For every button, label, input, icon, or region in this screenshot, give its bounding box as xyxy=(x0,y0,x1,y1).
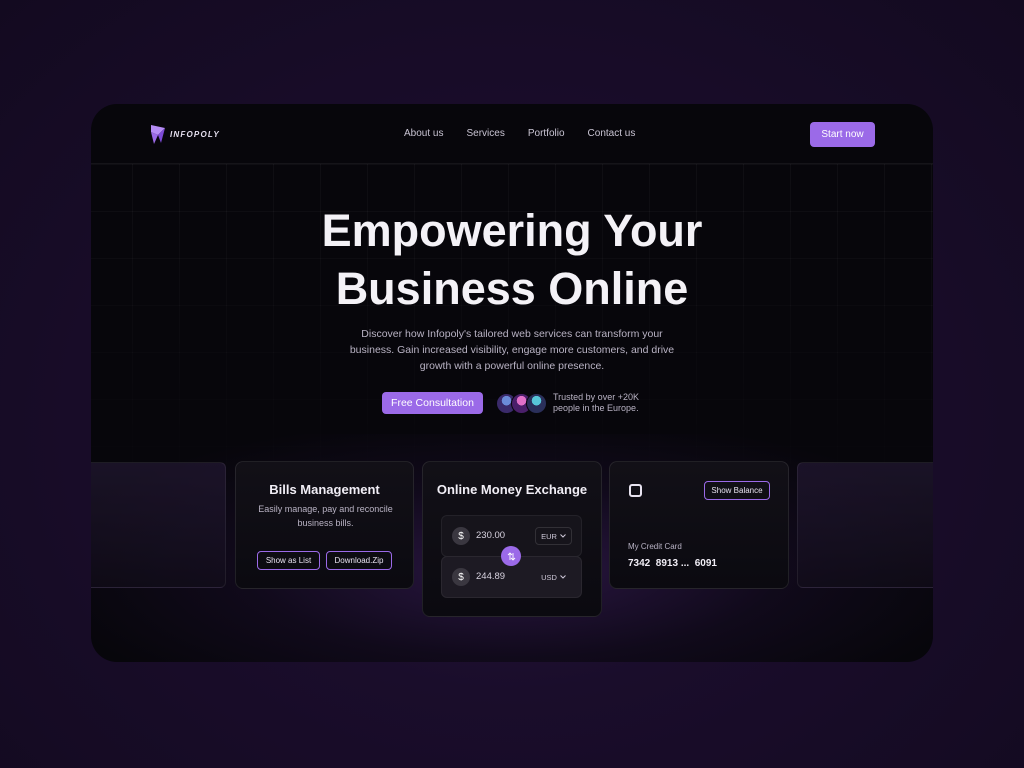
swap-icon xyxy=(507,551,515,561)
to-amount-value[interactable]: 244.89 xyxy=(476,571,505,582)
free-consultation-button[interactable]: Free Consultation xyxy=(382,392,483,414)
from-currency-select[interactable]: EUR xyxy=(535,527,572,545)
landing-window: INFOPOLY About us Services Portfolio Con… xyxy=(91,104,933,662)
nav-link-services[interactable]: Services xyxy=(466,128,504,139)
download-zip-button[interactable]: Download.Zip xyxy=(326,551,392,570)
exchange-title: Online Money Exchange xyxy=(436,482,588,497)
credit-card-label: My Credit Card xyxy=(628,542,682,551)
credit-card: Show Balance My Credit Card 7342 8913 ..… xyxy=(609,461,789,589)
from-amount-value[interactable]: 230.00 xyxy=(476,530,505,541)
avatar-group xyxy=(496,393,548,414)
chevron-down-icon xyxy=(560,575,566,579)
hero-title-line1: Empowering Your xyxy=(321,205,703,256)
nav-link-about[interactable]: About us xyxy=(404,128,443,139)
to-currency-label: USD xyxy=(541,572,557,582)
hero-subtitle: Discover how Infopoly's tailored web ser… xyxy=(349,328,675,372)
bills-card: Bills Management Easily manage, pay and … xyxy=(235,461,414,589)
trust-text: Trusted by over +20K people in the Europ… xyxy=(553,392,639,414)
side-card-left xyxy=(91,462,226,588)
exchange-card: Online Money Exchange $ 230.00 EUR $ 244… xyxy=(422,461,602,617)
to-currency-select[interactable]: USD xyxy=(535,568,572,586)
avatar xyxy=(526,393,547,414)
nav-links: About us Services Portfolio Contact us xyxy=(404,128,635,139)
show-as-list-button[interactable]: Show as List xyxy=(257,551,320,570)
dollar-icon: $ xyxy=(452,568,470,586)
start-now-button[interactable]: Start now xyxy=(810,122,875,147)
bills-description: Easily manage, pay and reconcile busines… xyxy=(258,504,393,528)
trust-line2: people in the Europe. xyxy=(553,403,639,413)
trust-line1: Trusted by over +20K xyxy=(553,392,639,402)
chevron-down-icon xyxy=(560,534,566,538)
logo-icon xyxy=(151,125,165,144)
hero-title: Empowering Your Business Online xyxy=(91,202,933,318)
brand-logo[interactable]: INFOPOLY xyxy=(149,123,220,145)
nav-link-contact[interactable]: Contact us xyxy=(588,128,636,139)
from-currency-label: EUR xyxy=(541,531,557,541)
top-nav: INFOPOLY About us Services Portfolio Con… xyxy=(91,104,933,164)
bills-title: Bills Management xyxy=(269,482,380,497)
dollar-icon: $ xyxy=(452,527,470,545)
hero-title-line2: Business Online xyxy=(335,263,689,314)
show-balance-button[interactable]: Show Balance xyxy=(704,481,770,500)
credit-card-number: 7342 8913 ... 6091 xyxy=(628,558,717,569)
swap-currency-button[interactable] xyxy=(501,546,521,566)
brand-name: INFOPOLY xyxy=(170,129,220,139)
card-chip-icon xyxy=(629,484,642,497)
from-amount[interactable]: 230.00 xyxy=(476,530,505,541)
nav-link-portfolio[interactable]: Portfolio xyxy=(528,128,565,139)
to-amount[interactable]: 244.89 xyxy=(476,571,505,582)
side-card-right xyxy=(797,462,933,588)
